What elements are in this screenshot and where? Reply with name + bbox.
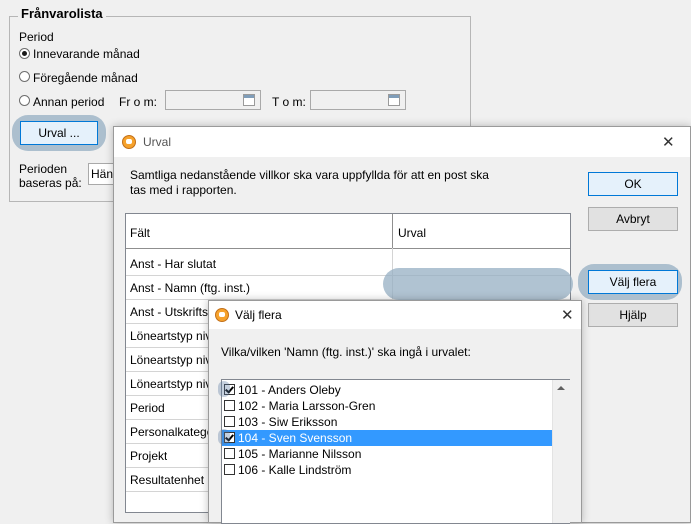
highlight-ellipse [218,381,230,397]
group-title: Frånvarolista [18,6,106,21]
column-header-urval[interactable]: Urval [398,226,426,240]
close-icon[interactable]: ✕ [561,306,574,324]
list-item-label: 101 - Anders Oleby [238,383,341,397]
table-cell-field: Personalkategori [130,425,221,439]
list-item-label: 105 - Marianne Nilsson [238,447,362,461]
based-on-label-line1: Perioden [19,162,68,176]
list-item-label: 103 - Siw Eriksson [238,415,338,429]
select-many-dialog: Välj flera ✕ Vilka/vilken 'Namn (ftg. in… [208,300,582,524]
radio-current-month[interactable] [19,48,30,59]
list-item[interactable]: 106 - Kalle Lindström [222,462,552,478]
select-many-title: Välj flera [235,308,282,322]
app-icon [215,308,229,322]
list-item-label: 106 - Kalle Lindström [238,463,352,477]
urval-titlebar: Urval ✕ [114,127,690,157]
highlight-ellipse [383,268,573,300]
radio-previous-month[interactable] [19,71,30,82]
radio-current-month-label[interactable]: Innevarande månad [33,47,140,61]
checkbox[interactable] [224,448,235,459]
radio-previous-month-label[interactable]: Föregående månad [33,71,138,85]
radio-other-period-label[interactable]: Annan period [33,95,104,109]
close-icon[interactable]: ✕ [662,133,675,151]
urval-button[interactable]: Urval ... [20,121,98,145]
app-icon [122,135,136,149]
scroll-up-arrow-icon[interactable] [557,386,565,390]
column-divider [392,214,393,248]
help-button[interactable]: Hjälp [588,303,678,327]
table-cell-field: Anst - Har slutat [130,257,217,271]
from-label: Fr o m: [119,95,157,109]
urval-instruction-2: tas med i rapporten. [130,183,237,197]
list-item[interactable]: 103 - Siw Eriksson [222,414,552,430]
table-cell-field: Resultatenhet [130,473,205,487]
urval-title: Urval [143,135,172,149]
calendar-icon[interactable] [388,94,400,106]
based-on-label-line2: baseras på: [19,176,82,190]
to-label: T o m: [272,95,306,109]
list-item-label: 104 - Sven Svensson [238,431,353,445]
ok-button[interactable]: OK [588,172,678,196]
table-cell-field: Anst - Namn (ftg. inst.) [130,281,251,295]
period-label: Period [19,30,54,44]
checkbox[interactable] [224,416,235,427]
table-cell-field: Period [130,401,165,415]
vertical-scrollbar[interactable] [552,380,570,523]
calendar-icon[interactable] [243,94,255,106]
list-item[interactable]: 102 - Maria Larsson-Gren [222,398,552,414]
urval-instruction-1: Samtliga nedanstående villkor ska vara u… [130,168,489,182]
select-many-question: Vilka/vilken 'Namn (ftg. inst.)' ska ing… [221,345,471,359]
checkbox[interactable] [224,464,235,475]
checkbox[interactable] [224,400,235,411]
list-item-selected[interactable]: 104 - Sven Svensson [222,430,552,446]
column-header-field[interactable]: Fält [130,226,150,240]
select-many-button[interactable]: Välj flera [588,270,678,294]
table-cell-field: Projekt [130,449,168,463]
list-item[interactable]: 101 - Anders Oleby [222,382,552,398]
radio-other-period[interactable] [19,95,30,106]
select-many-titlebar: Välj flera ✕ [209,301,581,329]
table-header: Fält Urval [126,214,570,249]
list-item-label: 102 - Maria Larsson-Gren [238,399,376,413]
cancel-button[interactable]: Avbryt [588,207,678,231]
highlight-ellipse [218,429,230,445]
employee-listbox[interactable]: 101 - Anders Oleby 102 - Maria Larsson-G… [221,379,570,524]
list-item[interactable]: 105 - Marianne Nilsson [222,446,552,462]
